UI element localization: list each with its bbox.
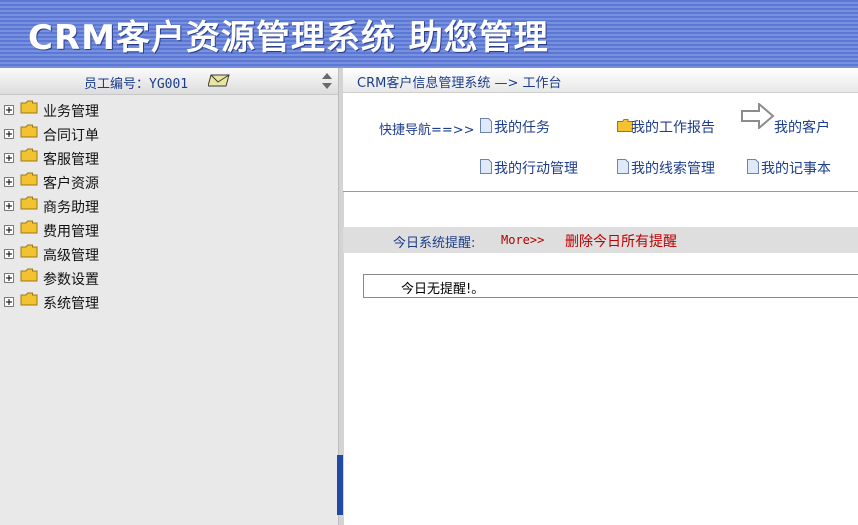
reminder-label: 今日系统提醒: [393,236,476,251]
expand-plus-icon[interactable] [4,105,14,115]
breadcrumb-bar: CRM客户信息管理系统 —> 工作台 [343,68,858,93]
tree-item-business[interactable]: 业务管理 [0,99,140,121]
quick-link-work-report[interactable]: 我的工作报告 [617,117,737,137]
tree-item-label: 业务管理 [43,104,99,120]
expand-plus-icon[interactable] [4,177,14,187]
reminder-list: 今日无提醒!。 [363,274,858,298]
expand-plus-icon[interactable] [4,129,14,139]
header-banner: CRM客户资源管理系统 助您管理 [0,0,858,68]
reminder-more-link[interactable]: More>> [501,233,544,247]
quick-link-label: 我的线索管理 [631,161,715,177]
tree-item-contracts[interactable]: 合同订单 [0,123,140,145]
splitter-toggle-handle[interactable] [337,455,343,515]
expand-plus-icon[interactable] [4,249,14,259]
document-icon [617,159,629,174]
tree-item-expenses[interactable]: 费用管理 [0,219,140,241]
quick-link-label: 我的记事本 [761,161,831,177]
tree-item-params[interactable]: 参数设置 [0,267,140,289]
folder-icon [20,172,38,186]
tree-item-service[interactable]: 客服管理 [0,147,140,169]
quick-link-label: 我的行动管理 [494,161,578,177]
tree-item-label: 客服管理 [43,152,99,168]
delete-all-reminders-link[interactable]: 删除今日所有提醒 [565,231,677,251]
tree-item-system[interactable]: 系统管理 [0,291,140,313]
employee-id-label: 员工编号：YG001 [84,77,189,92]
document-icon [747,159,759,174]
quick-link-my-customers[interactable]: 我的客户 [741,103,841,137]
tree-item-customers[interactable]: 客户资源 [0,171,140,193]
quick-link-label: 我的任务 [494,120,550,136]
tree-item-label: 参数设置 [43,272,99,288]
tree-item-label: 高级管理 [43,248,99,264]
tree-item-label: 商务助理 [43,200,99,216]
tree-item-label: 客户资源 [43,176,99,192]
folder-icon [20,268,38,282]
mail-icon[interactable] [208,73,230,87]
quick-nav-panel: 快捷导航==>> 我的任务 我的工作报告 我的客户 我的行动管理 我的线索管理 … [343,93,858,192]
quick-nav-label: 快捷导航==>> [379,123,475,138]
quick-link-action-mgmt[interactable]: 我的行动管理 [480,158,590,178]
tree-item-label: 费用管理 [43,224,99,240]
app-title: CRM客户资源管理系统 助您管理 [28,18,549,58]
quick-link-label: 我的工作报告 [631,120,715,136]
reminder-bar: 今日系统提醒: More>> 删除今日所有提醒 [343,227,858,253]
folder-icon [20,124,38,138]
scroll-arrows-icon[interactable] [320,70,334,92]
expand-plus-icon[interactable] [4,273,14,283]
expand-plus-icon[interactable] [4,225,14,235]
folder-icon [20,100,38,114]
expand-plus-icon[interactable] [4,153,14,163]
quick-link-label: 我的客户 [774,120,830,136]
folder-icon [20,148,38,162]
tree-item-assistant[interactable]: 商务助理 [0,195,140,217]
folder-icon [20,220,38,234]
document-icon [480,159,492,174]
folder-icon [20,292,38,306]
folder-icon [20,244,38,258]
expand-plus-icon[interactable] [4,297,14,307]
document-icon [480,118,492,133]
expand-plus-icon[interactable] [4,201,14,211]
sidebar-header: 员工编号：YG001 [0,68,338,95]
tree-item-label: 系统管理 [43,296,99,312]
folder-icon [20,196,38,210]
quick-link-leads-mgmt[interactable]: 我的线索管理 [617,158,727,178]
tree-item-label: 合同订单 [43,128,99,144]
no-reminder-text: 今日无提醒!。 [401,282,485,297]
breadcrumb: CRM客户信息管理系统 —> 工作台 [357,76,562,91]
sidebar: 员工编号：YG001 业务管理 合同订单 客服管理 客户资源 商务助理 费用管理… [0,68,338,525]
arrow-right-icon [741,103,775,129]
quick-link-notebook[interactable]: 我的记事本 [747,158,847,178]
tree-item-advanced[interactable]: 高级管理 [0,243,140,265]
quick-link-my-tasks[interactable]: 我的任务 [480,117,570,137]
